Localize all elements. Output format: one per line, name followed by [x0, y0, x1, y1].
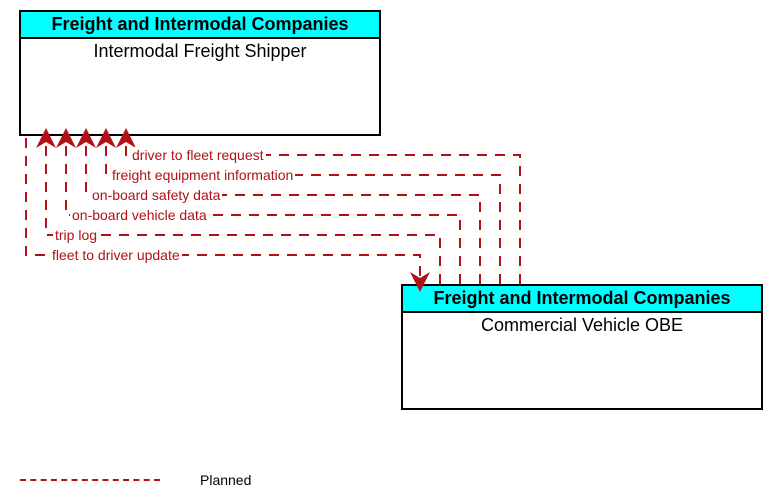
entity-top-header: Freight and Intermodal Companies: [21, 12, 379, 39]
legend: Planned: [20, 472, 251, 488]
entity-bottom-body: Commercial Vehicle OBE: [403, 313, 761, 336]
entity-bottom-header: Freight and Intermodal Companies: [403, 286, 761, 313]
flow-label-on-board-safety-data: on-board safety data: [90, 187, 222, 203]
flow-label-fleet-to-driver-update: fleet to driver update: [50, 247, 182, 263]
flow-label-on-board-vehicle-data: on-board vehicle data: [70, 207, 209, 223]
entity-commercial-vehicle-obe: Freight and Intermodal Companies Commerc…: [401, 284, 763, 410]
flow-label-trip-log: trip log: [53, 227, 99, 243]
flow-label-freight-equipment-information: freight equipment information: [110, 167, 295, 183]
entity-top-body: Intermodal Freight Shipper: [21, 39, 379, 62]
entity-intermodal-freight-shipper: Freight and Intermodal Companies Intermo…: [19, 10, 381, 136]
legend-label-planned: Planned: [200, 472, 251, 488]
flow-label-driver-to-fleet-request: driver to fleet request: [130, 147, 266, 163]
legend-line-planned: [20, 479, 160, 481]
